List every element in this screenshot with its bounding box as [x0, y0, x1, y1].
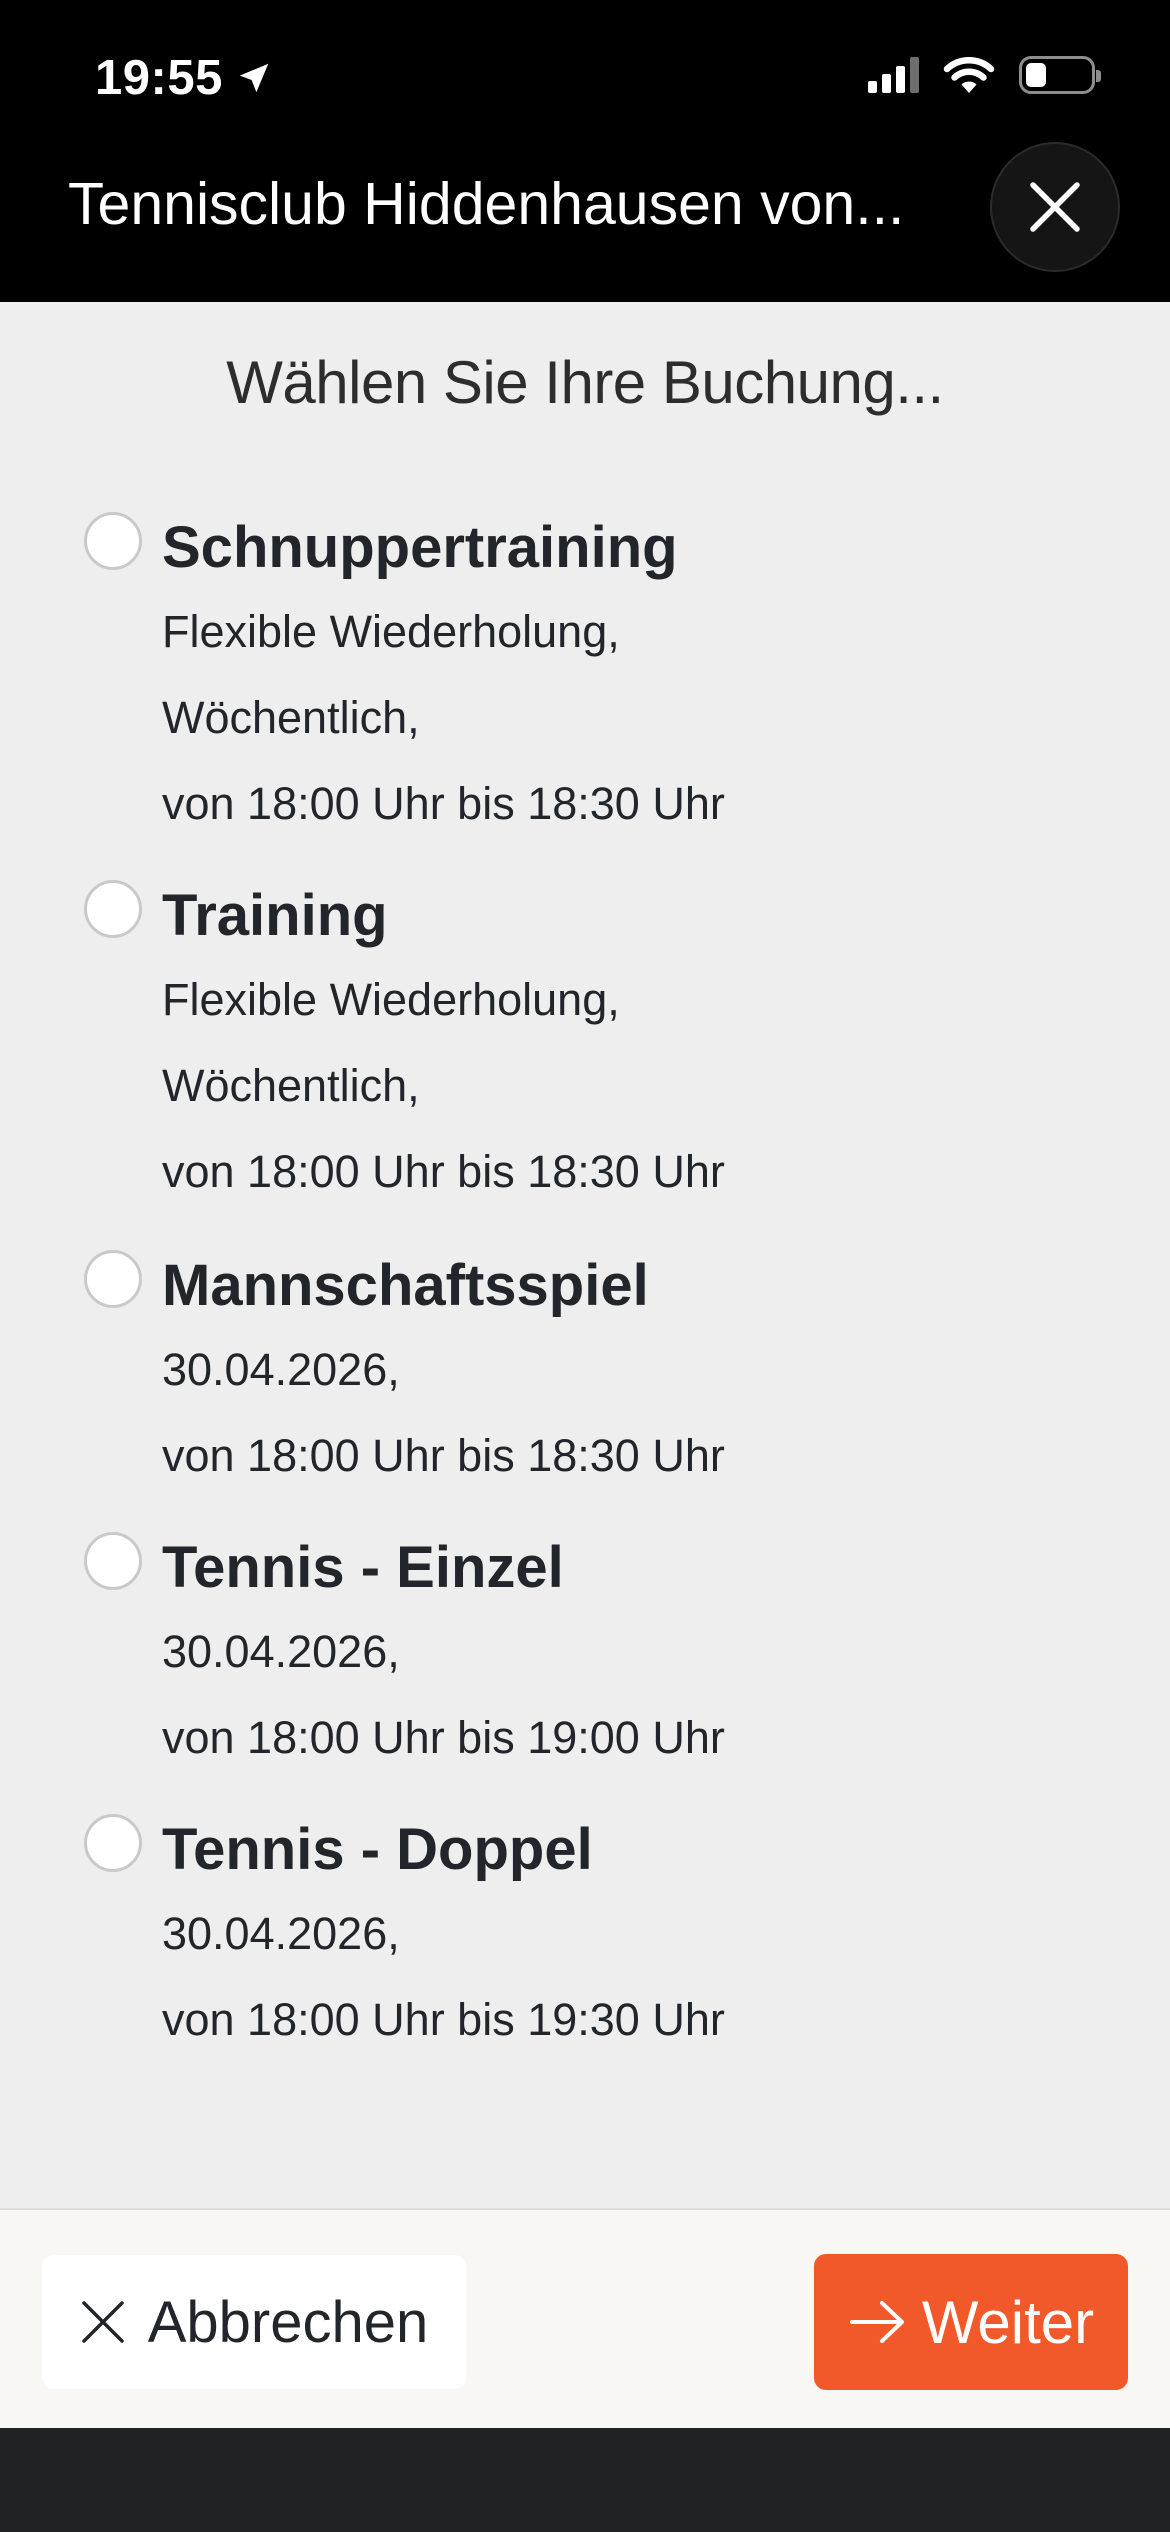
- option-detail: von 18:00 Uhr bis 18:30 Uhr: [162, 1430, 725, 1481]
- status-bar-time: 19:55: [95, 50, 273, 106]
- page-title: Tennisclub Hiddenhausen von...: [68, 171, 905, 237]
- battery-icon: [1019, 56, 1101, 94]
- arrow-right-icon: [849, 2301, 904, 2343]
- option-detail: Flexible Wiederholung,: [162, 606, 620, 657]
- booking-prompt: Wählen Sie Ihre Buchung...: [226, 349, 944, 416]
- wifi-icon: [943, 57, 995, 93]
- booking-selection: Wählen Sie Ihre Buchung... Schnuppertrai…: [0, 302, 1170, 2210]
- radio-button[interactable]: [84, 512, 142, 570]
- option-detail: 30.04.2026,: [162, 1908, 400, 1959]
- radio-button[interactable]: [84, 1532, 142, 1590]
- close-icon: [81, 2301, 124, 2343]
- status-bar-icons: [868, 55, 1101, 95]
- cancel-label: Abbrechen: [147, 2289, 429, 2355]
- option-title: Schnuppertraining: [162, 515, 678, 580]
- close-icon: [1030, 182, 1080, 232]
- option-title: Tennis - Einzel: [162, 1535, 564, 1600]
- option-detail: von 18:00 Uhr bis 19:00 Uhr: [162, 1712, 725, 1763]
- option-title: Training: [162, 883, 388, 948]
- radio-button[interactable]: [84, 880, 142, 938]
- bottom-bar: [0, 2428, 1170, 2532]
- option-detail: Wöchentlich,: [162, 692, 420, 743]
- option-detail: Wöchentlich,: [162, 1060, 420, 1111]
- radio-button[interactable]: [84, 1814, 142, 1872]
- location-arrow-icon: [239, 63, 269, 93]
- action-footer: Abbrechen Weiter: [0, 2208, 1170, 2428]
- cellular-signal-icon: [868, 57, 919, 93]
- option-detail: von 18:00 Uhr bis 18:30 Uhr: [162, 778, 725, 829]
- option-title: Mannschaftsspiel: [162, 1253, 649, 1318]
- close-button[interactable]: [990, 142, 1120, 272]
- option-detail: Flexible Wiederholung,: [162, 974, 620, 1025]
- clock-text: 19:55: [95, 51, 223, 105]
- option-detail: von 18:00 Uhr bis 19:30 Uhr: [162, 1994, 725, 2045]
- app-header: 19:55 Tennisclub Hiddenhausen von...: [0, 0, 1170, 302]
- option-detail: 30.04.2026,: [162, 1344, 400, 1395]
- next-label: Weiter: [921, 2288, 1095, 2356]
- option-detail: 30.04.2026,: [162, 1626, 400, 1677]
- option-title: Tennis - Doppel: [162, 1817, 593, 1882]
- cancel-button[interactable]: Abbrechen: [42, 2255, 466, 2389]
- next-button[interactable]: Weiter: [814, 2254, 1128, 2390]
- option-detail: von 18:00 Uhr bis 18:30 Uhr: [162, 1146, 725, 1197]
- radio-button[interactable]: [84, 1250, 142, 1308]
